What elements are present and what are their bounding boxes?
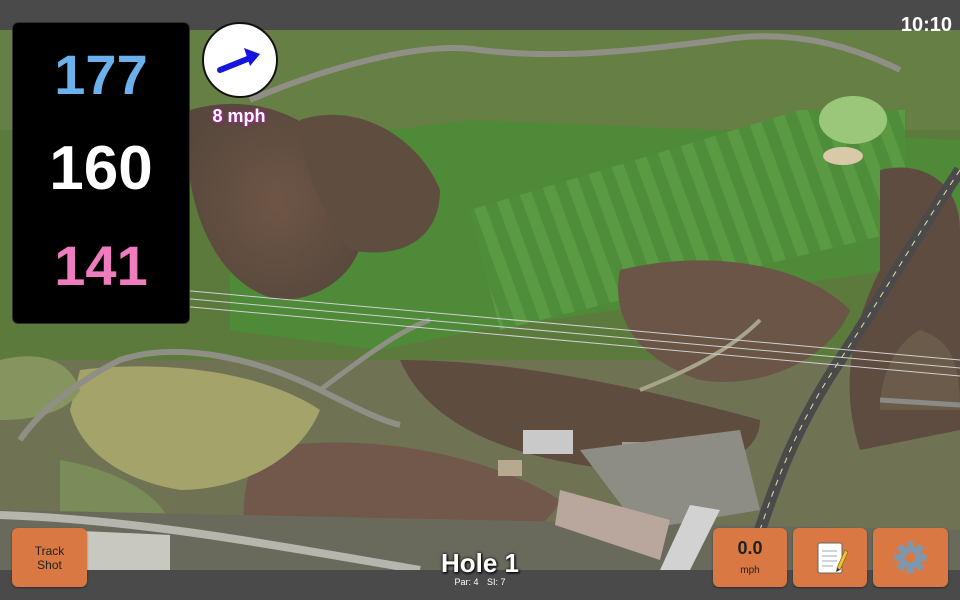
wind-arrow-icon: [217, 48, 260, 73]
hole-info: Par: 4 SI: 7: [400, 577, 560, 587]
speed-button[interactable]: 0.0 mph: [713, 528, 787, 587]
clock: 10:10: [900, 14, 952, 36]
wind-indicator[interactable]: [202, 22, 278, 98]
track-shot-button[interactable]: Track Shot: [12, 528, 87, 587]
back-distance: 177: [54, 43, 148, 106]
track-shot-label-line1: Track: [34, 543, 65, 558]
distance-panel: 177 160 141: [12, 22, 190, 324]
wind-speed: 8 mph: [212, 106, 266, 126]
settings-button[interactable]: [873, 528, 948, 587]
gear-icon: [894, 541, 927, 574]
speed-value: 0.0: [737, 538, 763, 558]
track-shot-label-line2: Shot: [37, 557, 62, 572]
speed-unit: mph: [740, 565, 760, 576]
notepad-icon: [817, 542, 849, 574]
hole-par: Par: 4: [454, 577, 479, 587]
hole-title: Hole 1: [440, 548, 520, 578]
notes-button[interactable]: [793, 528, 867, 587]
middle-distance: 160: [49, 134, 153, 203]
front-distance: 141: [54, 234, 148, 297]
hole-stroke-index: SI: 7: [487, 577, 506, 587]
